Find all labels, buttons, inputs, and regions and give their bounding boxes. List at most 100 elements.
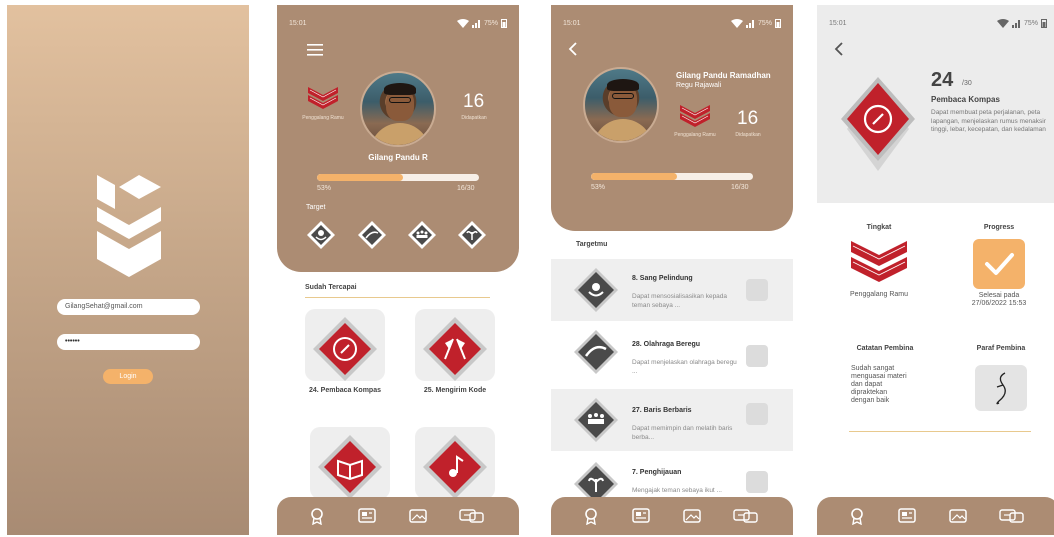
badge-card-book[interactable] xyxy=(310,427,390,499)
target-badge-march-icon[interactable] xyxy=(407,220,437,250)
full-name: Gilang Pandu Ramadhan xyxy=(676,71,771,80)
wifi-icon xyxy=(996,18,1009,28)
target-row-desc: Dapat menjelaskan olahraga beregu ... xyxy=(632,359,737,375)
notes-value: Sudah sangat menguasai materi dan dapat … xyxy=(851,365,907,404)
badge-number: 24 xyxy=(931,69,954,91)
target-badge-protect-icon[interactable] xyxy=(306,220,336,250)
bottom-nav xyxy=(277,497,519,535)
target-row-title: 8. Sang Pelindung xyxy=(632,275,693,282)
progress-value: Selesai pada 27/06/2022 15:53 xyxy=(971,292,1027,307)
compass-badge-icon xyxy=(841,77,915,171)
target-row[interactable]: 8. Sang Pelindung Dapat mensosialisasika… xyxy=(551,259,793,321)
gallery-icon[interactable] xyxy=(682,507,702,525)
signature-header: Paraf Pembina xyxy=(976,345,1026,352)
chat-icon[interactable] xyxy=(999,507,1025,525)
obtained-count: 16 xyxy=(463,91,485,112)
divider xyxy=(849,431,1031,432)
battery-percent: 75% xyxy=(757,19,772,27)
signal-icon xyxy=(745,19,754,28)
badge-card-flags[interactable] xyxy=(415,309,495,381)
target-row-desc: Dapat mensosialisasikan kepada teman seb… xyxy=(632,293,728,309)
gallery-icon[interactable] xyxy=(408,507,428,525)
progress-count: 16/30 xyxy=(731,184,749,191)
notes-header: Catatan Pembina xyxy=(856,345,914,352)
progress-percent: 53% xyxy=(317,185,332,192)
status-bar: 15:01 75% xyxy=(829,17,1047,29)
obtained-label: Didapatkan xyxy=(735,132,761,138)
rank-chevron-icon xyxy=(308,87,338,109)
signal-icon xyxy=(1011,19,1020,28)
achieved-title: Sudah Tercapai xyxy=(305,284,357,291)
target-checkbox[interactable] xyxy=(746,345,768,367)
protect-badge-icon xyxy=(574,268,618,312)
progress-bar xyxy=(317,174,479,181)
march-badge-icon xyxy=(574,398,618,442)
target-badge-sport-icon[interactable] xyxy=(357,220,387,250)
chat-icon[interactable] xyxy=(733,507,759,525)
news-icon[interactable] xyxy=(631,507,651,525)
group-name: Regu Rajawali xyxy=(676,82,722,89)
menu-icon[interactable] xyxy=(307,43,323,57)
target-row-title: 28. Olahraga Beregu xyxy=(632,341,701,348)
news-icon[interactable] xyxy=(357,507,377,525)
battery-icon xyxy=(1041,19,1047,28)
battery-percent: 75% xyxy=(483,19,498,27)
wifi-icon xyxy=(730,18,743,28)
battery-icon xyxy=(501,19,507,28)
done-checkmark-box xyxy=(973,239,1025,289)
signature-image xyxy=(996,372,1006,405)
progress-header: Progress xyxy=(983,224,1015,231)
progress-percent: 53% xyxy=(591,184,606,191)
target-row-title: 27. Baris Berbaris xyxy=(632,407,692,414)
password-field[interactable]: •••••• xyxy=(57,334,200,350)
login-screen: GilangSehat@gmail.com •••••• Login xyxy=(7,5,249,535)
bottom-nav xyxy=(817,497,1054,535)
target-row[interactable]: 27. Baris Berbaris Dapat memimpin dan me… xyxy=(551,389,793,451)
target-checkbox[interactable] xyxy=(746,403,768,425)
badge-detail-screen: 15:01 75% 24 /30 Pembaca Kompas Dapat me… xyxy=(817,5,1054,535)
avatar xyxy=(583,67,659,143)
target-checkbox[interactable] xyxy=(746,471,768,493)
badge-icon[interactable] xyxy=(847,507,867,525)
target-badge-plant-icon[interactable] xyxy=(457,220,487,250)
target-row[interactable]: 28. Olahraga Beregu Dapat menjelaskan ol… xyxy=(551,321,793,383)
status-bar: 15:01 75% xyxy=(563,17,781,29)
home-screen: 15:01 75% Penggalang Ramu 16 Didapatkan … xyxy=(277,5,519,535)
check-icon xyxy=(985,253,1014,275)
level-value: Penggalang Ramu xyxy=(850,291,908,298)
badge-card-label: 24. Pembaca Kompas xyxy=(309,387,381,394)
status-time: 15:01 xyxy=(563,19,581,27)
music-badge-icon xyxy=(423,435,487,499)
status-time: 15:01 xyxy=(289,19,307,27)
book-badge-icon xyxy=(318,435,382,499)
badge-card-music[interactable] xyxy=(415,427,495,499)
bottom-nav xyxy=(551,497,793,535)
badge-description: Dapat membuat peta perjalanan, peta lapa… xyxy=(931,109,1046,133)
news-icon[interactable] xyxy=(897,507,917,525)
wifi-icon xyxy=(456,18,469,28)
rank-chevron-icon xyxy=(680,105,710,127)
login-button[interactable]: Login xyxy=(103,369,153,384)
target-title: Targetmu xyxy=(576,241,608,248)
target-row-desc: Dapat memimpin dan melatih baris berba..… xyxy=(632,425,733,441)
compass-badge-icon xyxy=(313,317,377,381)
rank-chevron-icon xyxy=(851,241,907,282)
progress-bar xyxy=(591,173,753,180)
signature-box xyxy=(975,365,1027,411)
progress-fill xyxy=(317,174,403,181)
target-screen: 15:01 75% Gilang Pandu Ramadhan Regu Raj… xyxy=(551,5,793,535)
email-field[interactable]: GilangSehat@gmail.com xyxy=(57,299,200,315)
status-time: 15:01 xyxy=(829,19,847,27)
avatar xyxy=(360,71,436,147)
badge-card-label: 25. Mengirim Kode xyxy=(423,387,487,394)
badge-icon[interactable] xyxy=(307,507,327,525)
back-arrow-icon[interactable] xyxy=(834,42,844,56)
badge-card-compass[interactable] xyxy=(305,309,385,381)
progress-fill xyxy=(591,173,677,180)
gallery-icon[interactable] xyxy=(948,507,968,525)
back-arrow-icon[interactable] xyxy=(568,42,578,56)
chat-icon[interactable] xyxy=(459,507,485,525)
badge-icon[interactable] xyxy=(581,507,601,525)
divider xyxy=(305,297,490,298)
target-checkbox[interactable] xyxy=(746,279,768,301)
